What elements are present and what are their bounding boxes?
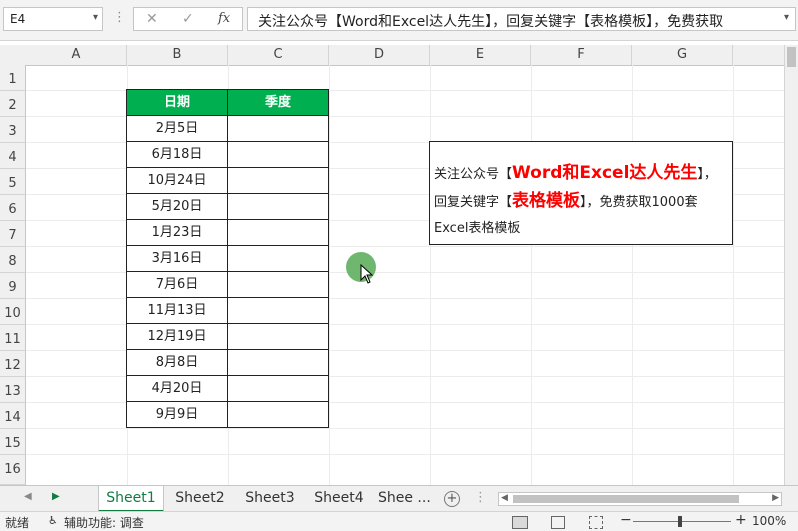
column-header-f[interactable]: F [531,45,632,65]
date-cell[interactable]: 10月24日 [126,167,228,194]
normal-view-icon[interactable] [512,516,528,529]
row-header[interactable]: 1 [0,65,26,91]
zoom-level[interactable]: 100% [752,514,786,528]
zoom-slider-track[interactable] [633,521,731,522]
tab-sheet2[interactable]: Sheet2 [168,486,232,510]
quarter-cell[interactable] [227,219,329,246]
row-header[interactable]: 7 [0,221,26,247]
tab-splitter-icon[interactable]: ⋮ [474,490,487,505]
scroll-tabs-left-icon[interactable]: ◀ [24,491,32,502]
tab-sheet-more[interactable]: Shee ... [378,486,438,510]
date-cell[interactable]: 11月13日 [126,297,228,324]
row-header[interactable]: 10 [0,299,26,325]
row-header[interactable]: 5 [0,169,26,195]
column-header-e[interactable]: E [430,45,531,65]
expand-formula-icon[interactable]: ▾ [784,12,789,23]
status-bar: 就绪 ♿ 辅助功能: 调查 − + 100% [0,511,798,531]
zoom-in-button[interactable]: + [735,512,747,528]
tab-sheet1[interactable]: Sheet1 [98,486,164,513]
note-text: 关注公众号【 [434,167,513,182]
horizontal-scrollbar[interactable]: ◀ ▶ [498,492,782,506]
tab-sheet3[interactable]: Sheet3 [238,486,302,510]
quarter-cell[interactable] [227,141,329,168]
quarter-cell[interactable] [227,401,329,428]
formula-input[interactable]: 关注公众号【Word和Excel达人先生】，回复关键字【表格模板】，免费获取 ▾ [247,7,796,31]
date-cell[interactable]: 6月18日 [126,141,228,168]
scroll-right-icon[interactable]: ▶ [772,493,779,503]
enter-icon[interactable]: ✓ [182,11,194,27]
row-header[interactable]: 16 [0,455,26,485]
promo-note-box[interactable]: 关注公众号【Word和Excel达人先生】，回复关键字【表格模板】，免费获取10… [429,141,733,245]
date-cell[interactable]: 1月23日 [126,219,228,246]
horizontal-scroll-thumb[interactable] [513,495,739,503]
column-header-b[interactable]: B [127,45,228,65]
vertical-scrollbar[interactable] [784,45,798,485]
quarter-cell[interactable] [227,167,329,194]
row-header[interactable]: 3 [0,117,26,143]
drag-handle-icon[interactable]: ⋮ [113,10,126,25]
row-header[interactable]: 11 [0,325,26,351]
date-cell[interactable]: 12月19日 [126,323,228,350]
note-highlight-account: Word和Excel达人先生 [512,163,698,183]
cancel-icon[interactable]: ✕ [146,11,158,27]
ready-status: 就绪 [5,516,30,530]
zoom-slider-thumb[interactable] [678,516,682,527]
quarter-cell[interactable] [227,245,329,272]
quarter-cell[interactable] [227,193,329,220]
quarter-cell[interactable] [227,323,329,350]
row-header[interactable]: 9 [0,273,26,299]
row-header[interactable]: 15 [0,429,26,455]
vertical-scroll-thumb[interactable] [787,47,796,67]
scroll-tabs-right-icon[interactable]: ▶ [52,491,60,502]
mouse-pointer-icon [360,264,374,284]
sheet-tab-bar: ◀ ▶ Sheet1 Sheet2 Sheet3 Sheet4 Shee ...… [0,485,798,513]
name-box-value: E4 [10,12,26,26]
accessibility-status[interactable]: 辅助功能: 调查 [64,514,144,531]
date-cell[interactable]: 7月6日 [126,271,228,298]
row-header[interactable]: 4 [0,143,26,169]
row-header[interactable]: 12 [0,351,26,377]
page-break-icon[interactable] [589,516,603,529]
add-sheet-icon[interactable]: + [444,491,460,507]
formula-buttons: ✕ ✓ fx [133,7,243,31]
date-cell[interactable]: 3月16日 [126,245,228,272]
zoom-out-button[interactable]: − [620,512,632,528]
scroll-left-icon[interactable]: ◀ [501,493,508,503]
quarter-cell[interactable] [227,375,329,402]
fx-icon[interactable]: fx [218,11,230,26]
formula-text: 关注公众号【Word和Excel达人先生】，回复关键字【表格模板】，免费获取 [258,14,724,30]
header-date-cell[interactable]: 日期 [126,89,228,116]
page-layout-icon[interactable] [551,516,565,529]
date-cell[interactable]: 5月20日 [126,193,228,220]
name-box[interactable]: E4 ▾ [3,7,103,31]
formula-bar-area: E4 ▾ ⋮ ✕ ✓ fx 关注公众号【Word和Excel达人先生】，回复关键… [0,0,798,41]
quarter-cell[interactable] [227,271,329,298]
dropdown-icon[interactable]: ▾ [93,12,98,23]
column-header-g[interactable]: G [632,45,733,65]
date-cell[interactable]: 2月5日 [126,115,228,142]
row-header[interactable]: 14 [0,403,26,429]
column-headers: A B C D E F G [0,45,784,66]
quarter-cell[interactable] [227,297,329,324]
column-header-a[interactable]: A [26,45,127,65]
column-header-c[interactable]: C [228,45,329,65]
quarter-cell[interactable] [227,349,329,376]
date-cell[interactable]: 4月20日 [126,375,228,402]
row-header[interactable]: 8 [0,247,26,273]
date-cell[interactable]: 9月9日 [126,401,228,428]
row-header[interactable]: 6 [0,195,26,221]
date-cell[interactable]: 8月8日 [126,349,228,376]
header-quarter-cell[interactable]: 季度 [227,89,329,116]
column-header-d[interactable]: D [329,45,430,65]
tab-sheet4[interactable]: Sheet4 [307,486,371,510]
row-header[interactable]: 13 [0,377,26,403]
note-highlight-keyword: 表格模板 [512,191,581,211]
accessibility-icon[interactable]: ♿ [48,514,58,527]
row-header[interactable]: 2 [0,91,26,117]
quarter-cell[interactable] [227,115,329,142]
